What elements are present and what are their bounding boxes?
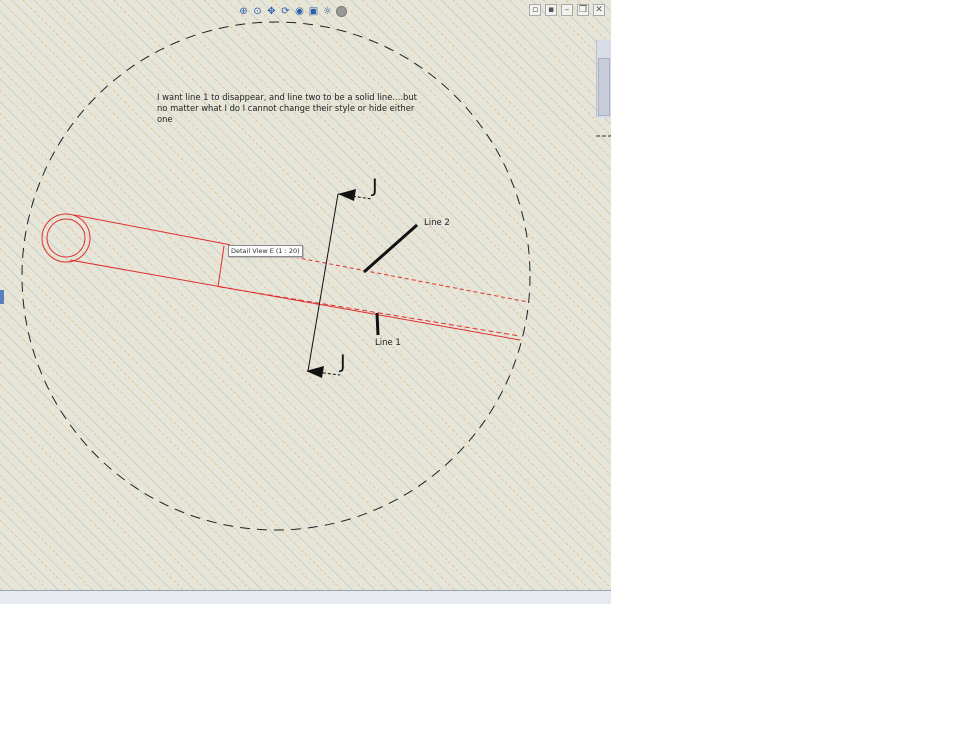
- section-marker-top: J: [371, 175, 378, 197]
- left-edge-tab[interactable]: [0, 290, 4, 304]
- view-cube-icon[interactable]: ▣: [308, 6, 319, 17]
- zoom-region-icon[interactable]: ⊙: [252, 6, 263, 17]
- line-1-label: Line 1: [375, 338, 401, 348]
- vertical-scroll-thumb[interactable]: [598, 58, 610, 116]
- restore-icon[interactable]: ❐: [577, 4, 589, 16]
- rotate-icon[interactable]: ⟳: [280, 6, 291, 17]
- line-2-label: Line 2: [424, 218, 450, 228]
- minimize-icon[interactable]: –: [561, 4, 573, 16]
- render-icon[interactable]: ◉: [294, 6, 305, 17]
- section-marker-bottom: J: [339, 351, 346, 373]
- sun-icon[interactable]: [336, 5, 347, 17]
- note-line-1: I want line 1 to disappear, and line two…: [157, 92, 418, 102]
- pan-icon[interactable]: ✥: [266, 6, 277, 17]
- detail-view-tooltip: Detail View E (1 : 20): [228, 245, 303, 257]
- visibility-icon[interactable]: ☼: [322, 6, 333, 17]
- window-controls: ▫ ▪ – ❐ ✕: [529, 4, 605, 16]
- cascade-icon[interactable]: ▪: [545, 4, 557, 16]
- drawing-viewport[interactable]: J J Line 2 Line 1 I want line 1 to disap…: [0, 0, 611, 604]
- drawing-canvas[interactable]: J J Line 2 Line 1 I want line 1 to disap…: [0, 0, 611, 604]
- line-1-leader[interactable]: [375, 312, 380, 336]
- tile-icon[interactable]: ▫: [529, 4, 541, 16]
- note-line-2: no matter what I do I cannot change thei…: [157, 103, 415, 113]
- hatch-pattern: [0, 0, 611, 590]
- horizontal-scrollbar[interactable]: [0, 590, 611, 604]
- close-icon[interactable]: ✕: [593, 4, 605, 16]
- note-line-3: one: [157, 114, 173, 124]
- zoom-in-icon[interactable]: ⊕: [238, 6, 249, 17]
- vertical-scrollbar[interactable]: [596, 40, 611, 118]
- view-toolbar: ⊕ ⊙ ✥ ⟳ ◉ ▣ ☼: [238, 3, 347, 19]
